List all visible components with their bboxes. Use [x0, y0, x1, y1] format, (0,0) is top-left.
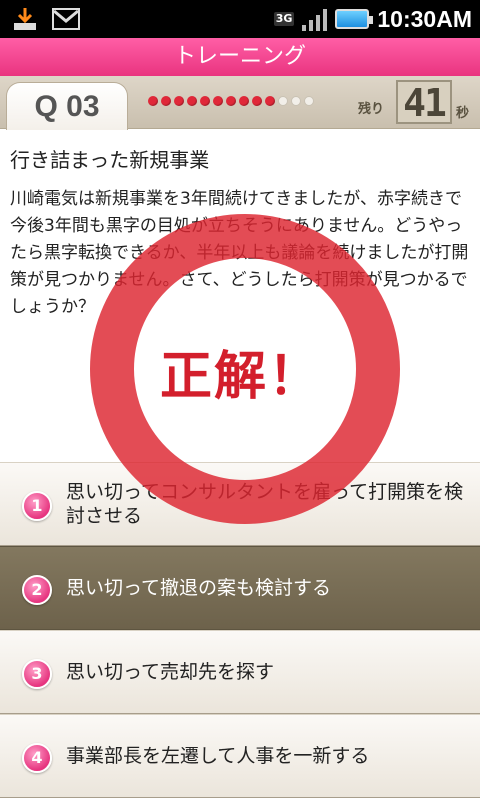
progress-dot-done — [213, 96, 223, 106]
clock: 10:30AM — [377, 5, 472, 32]
progress-dot-done — [200, 96, 210, 106]
question-title: 行き詰まった新規事業 — [10, 148, 210, 172]
answer-option-4[interactable]: 4 事業部長を左遷して人事を一新する — [0, 714, 480, 798]
progress-dot-done — [265, 96, 275, 106]
answer-text: 思い切ってコンサルタントを雇って打開策を検討させる — [66, 481, 464, 527]
question-number: Q 03 — [6, 82, 128, 130]
countdown-timer: 41 — [396, 80, 452, 124]
answer-option-3[interactable]: 3 思い切って売却先を探す — [0, 630, 480, 714]
progress-dot-done — [148, 96, 158, 106]
answer-option-1[interactable]: 1 思い切ってコンサルタントを雇って打開策を検討させる — [0, 462, 480, 546]
progress-dot-pending — [291, 96, 301, 106]
answer-list: 1 思い切ってコンサルタントを雇って打開策を検討させる 2 思い切って撤退の案も… — [0, 462, 480, 798]
question-body: 川崎電気は新規事業を3年間続けてきましたが、赤字続きで今後3年間も黒字の目処が立… — [10, 189, 469, 317]
remaining-label: 残り — [358, 102, 385, 117]
download-icon — [12, 6, 38, 36]
progress-dot-pending — [278, 96, 288, 106]
progress-dot-done — [239, 96, 249, 106]
progress-dot-done — [226, 96, 236, 106]
progress-dots — [148, 96, 314, 106]
progress-dot-done — [161, 96, 171, 106]
answer-text: 事業部長を左遷して人事を一新する — [66, 745, 370, 767]
gmail-icon — [52, 8, 80, 34]
network-type: 3G — [273, 12, 295, 26]
status-bar: 3G 10:30AM — [0, 0, 480, 38]
answer-number-badge: 3 — [22, 659, 52, 689]
progress-dot-pending — [304, 96, 314, 106]
battery-icon — [335, 9, 374, 29]
progress-dot-done — [187, 96, 197, 106]
answer-text: 思い切って撤退の案も検討する — [66, 577, 332, 599]
question-header: Q 03 残り 41 秒 — [0, 76, 480, 130]
answer-number-badge: 2 — [22, 575, 52, 605]
progress-dot-done — [174, 96, 184, 106]
answer-number-badge: 1 — [22, 491, 52, 521]
seconds-unit: 秒 — [456, 106, 470, 121]
answer-option-2[interactable]: 2 思い切って撤退の案も検討する — [0, 546, 480, 630]
answer-text: 思い切って売却先を探す — [66, 661, 275, 683]
page-title: トレーニング — [0, 38, 480, 76]
answer-number-badge: 4 — [22, 743, 52, 773]
correct-label: 正解！ — [160, 347, 323, 407]
signal-icon — [302, 7, 328, 31]
progress-dot-done — [252, 96, 262, 106]
